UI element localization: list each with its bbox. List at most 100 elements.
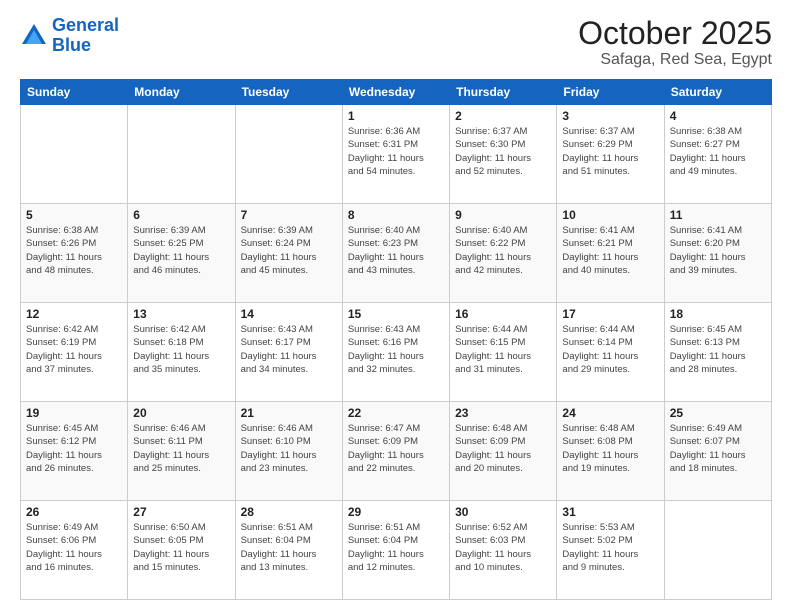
table-row: 24 Sunrise: 6:48 AM Sunset: 6:08 PM Dayli… <box>557 402 664 501</box>
day-number: 11 <box>670 208 766 222</box>
day-number: 19 <box>26 406 122 420</box>
table-row: 6 Sunrise: 6:39 AM Sunset: 6:25 PM Daylig… <box>128 204 235 303</box>
day-info: Sunrise: 6:40 AM Sunset: 6:22 PM Dayligh… <box>455 224 551 277</box>
table-row <box>21 105 128 204</box>
table-row: 11 Sunrise: 6:41 AM Sunset: 6:20 PM Dayli… <box>664 204 771 303</box>
day-info: Sunrise: 6:36 AM Sunset: 6:31 PM Dayligh… <box>348 125 444 178</box>
location-subtitle: Safaga, Red Sea, Egypt <box>578 51 772 69</box>
day-number: 15 <box>348 307 444 321</box>
table-row: 15Sunrise: 6:43 AM Sunset: 6:16 PM Dayli… <box>342 303 449 402</box>
day-number: 29 <box>348 505 444 519</box>
calendar-week-row: 1 Sunrise: 6:36 AM Sunset: 6:31 PM Daylig… <box>21 105 772 204</box>
day-info: Sunrise: 6:38 AM Sunset: 6:26 PM Dayligh… <box>26 224 122 277</box>
day-number: 9 <box>455 208 551 222</box>
table-row: 18 Sunrise: 6:45 AM Sunset: 6:13 PM Dayli… <box>664 303 771 402</box>
day-info: Sunrise: 6:37 AM Sunset: 6:29 PM Dayligh… <box>562 125 658 178</box>
col-saturday: Saturday <box>664 80 771 105</box>
day-number: 27 <box>133 505 229 519</box>
logo-blue: Blue <box>52 35 91 55</box>
day-info: Sunrise: 6:45 AM Sunset: 6:12 PM Dayligh… <box>26 422 122 475</box>
table-row: 17 Sunrise: 6:44 AM Sunset: 6:14 PM Dayli… <box>557 303 664 402</box>
col-sunday: Sunday <box>21 80 128 105</box>
day-number: 23 <box>455 406 551 420</box>
logo-general: General <box>52 15 119 35</box>
table-row <box>235 105 342 204</box>
table-row: 30 Sunrise: 6:52 AM Sunset: 6:03 PM Dayli… <box>450 501 557 600</box>
col-tuesday: Tuesday <box>235 80 342 105</box>
day-number: 30 <box>455 505 551 519</box>
day-info: Sunrise: 6:43 AM Sunset: 6:17 PM Dayligh… <box>241 323 337 376</box>
table-row: 21Sunrise: 6:46 AM Sunset: 6:10 PM Dayli… <box>235 402 342 501</box>
page: General Blue October 2025 Safaga, Red Se… <box>0 0 792 612</box>
col-wednesday: Wednesday <box>342 80 449 105</box>
day-info: Sunrise: 6:48 AM Sunset: 6:09 PM Dayligh… <box>455 422 551 475</box>
calendar-table: Sunday Monday Tuesday Wednesday Thursday… <box>20 79 772 600</box>
day-number: 16 <box>455 307 551 321</box>
day-info: Sunrise: 6:51 AM Sunset: 6:04 PM Dayligh… <box>348 521 444 574</box>
day-info: Sunrise: 5:53 AM Sunset: 5:02 PM Dayligh… <box>562 521 658 574</box>
table-row: 25Sunrise: 6:49 AM Sunset: 6:07 PM Dayli… <box>664 402 771 501</box>
table-row: 4 Sunrise: 6:38 AM Sunset: 6:27 PM Daylig… <box>664 105 771 204</box>
table-row: 1 Sunrise: 6:36 AM Sunset: 6:31 PM Daylig… <box>342 105 449 204</box>
table-row: 5 Sunrise: 6:38 AM Sunset: 6:26 PM Daylig… <box>21 204 128 303</box>
day-info: Sunrise: 6:48 AM Sunset: 6:08 PM Dayligh… <box>562 422 658 475</box>
day-number: 7 <box>241 208 337 222</box>
day-number: 20 <box>133 406 229 420</box>
month-year-title: October 2025 <box>578 16 772 51</box>
day-info: Sunrise: 6:40 AM Sunset: 6:23 PM Dayligh… <box>348 224 444 277</box>
table-row: 23 Sunrise: 6:48 AM Sunset: 6:09 PM Dayli… <box>450 402 557 501</box>
day-info: Sunrise: 6:47 AM Sunset: 6:09 PM Dayligh… <box>348 422 444 475</box>
calendar-week-row: 26Sunrise: 6:49 AM Sunset: 6:06 PM Dayli… <box>21 501 772 600</box>
day-number: 24 <box>562 406 658 420</box>
day-number: 17 <box>562 307 658 321</box>
table-row: 7Sunrise: 6:39 AM Sunset: 6:24 PM Daylig… <box>235 204 342 303</box>
day-number: 4 <box>670 109 766 123</box>
day-number: 8 <box>348 208 444 222</box>
calendar-header-row: Sunday Monday Tuesday Wednesday Thursday… <box>21 80 772 105</box>
table-row <box>664 501 771 600</box>
table-row: 10 Sunrise: 6:41 AM Sunset: 6:21 PM Dayli… <box>557 204 664 303</box>
day-info: Sunrise: 6:46 AM Sunset: 6:11 PM Dayligh… <box>133 422 229 475</box>
day-info: Sunrise: 6:41 AM Sunset: 6:21 PM Dayligh… <box>562 224 658 277</box>
table-row: 16 Sunrise: 6:44 AM Sunset: 6:15 PM Dayli… <box>450 303 557 402</box>
calendar-week-row: 12Sunrise: 6:42 AM Sunset: 6:19 PM Dayli… <box>21 303 772 402</box>
table-row: 8 Sunrise: 6:40 AM Sunset: 6:23 PM Daylig… <box>342 204 449 303</box>
col-thursday: Thursday <box>450 80 557 105</box>
day-number: 31 <box>562 505 658 519</box>
day-info: Sunrise: 6:45 AM Sunset: 6:13 PM Dayligh… <box>670 323 766 376</box>
day-number: 18 <box>670 307 766 321</box>
logo: General Blue <box>20 16 119 56</box>
calendar-week-row: 19 Sunrise: 6:45 AM Sunset: 6:12 PM Dayli… <box>21 402 772 501</box>
day-info: Sunrise: 6:41 AM Sunset: 6:20 PM Dayligh… <box>670 224 766 277</box>
day-info: Sunrise: 6:49 AM Sunset: 6:06 PM Dayligh… <box>26 521 122 574</box>
day-info: Sunrise: 6:51 AM Sunset: 6:04 PM Dayligh… <box>241 521 337 574</box>
day-info: Sunrise: 6:42 AM Sunset: 6:18 PM Dayligh… <box>133 323 229 376</box>
table-row: 12Sunrise: 6:42 AM Sunset: 6:19 PM Dayli… <box>21 303 128 402</box>
table-row: 27Sunrise: 6:50 AM Sunset: 6:05 PM Dayli… <box>128 501 235 600</box>
day-info: Sunrise: 6:44 AM Sunset: 6:14 PM Dayligh… <box>562 323 658 376</box>
day-info: Sunrise: 6:44 AM Sunset: 6:15 PM Dayligh… <box>455 323 551 376</box>
table-row: 20 Sunrise: 6:46 AM Sunset: 6:11 PM Dayli… <box>128 402 235 501</box>
day-number: 1 <box>348 109 444 123</box>
day-number: 28 <box>241 505 337 519</box>
day-info: Sunrise: 6:52 AM Sunset: 6:03 PM Dayligh… <box>455 521 551 574</box>
col-friday: Friday <box>557 80 664 105</box>
table-row: 22 Sunrise: 6:47 AM Sunset: 6:09 PM Dayli… <box>342 402 449 501</box>
table-row: 19 Sunrise: 6:45 AM Sunset: 6:12 PM Dayli… <box>21 402 128 501</box>
day-info: Sunrise: 6:46 AM Sunset: 6:10 PM Dayligh… <box>241 422 337 475</box>
day-number: 25 <box>670 406 766 420</box>
day-number: 10 <box>562 208 658 222</box>
table-row: 28 Sunrise: 6:51 AM Sunset: 6:04 PM Dayli… <box>235 501 342 600</box>
day-number: 5 <box>26 208 122 222</box>
day-number: 3 <box>562 109 658 123</box>
calendar-week-row: 5 Sunrise: 6:38 AM Sunset: 6:26 PM Daylig… <box>21 204 772 303</box>
logo-text: General Blue <box>52 16 119 56</box>
table-row: 13Sunrise: 6:42 AM Sunset: 6:18 PM Dayli… <box>128 303 235 402</box>
day-number: 22 <box>348 406 444 420</box>
day-info: Sunrise: 6:39 AM Sunset: 6:25 PM Dayligh… <box>133 224 229 277</box>
day-info: Sunrise: 6:38 AM Sunset: 6:27 PM Dayligh… <box>670 125 766 178</box>
header: General Blue October 2025 Safaga, Red Se… <box>20 16 772 69</box>
day-number: 14 <box>241 307 337 321</box>
table-row <box>128 105 235 204</box>
day-number: 6 <box>133 208 229 222</box>
